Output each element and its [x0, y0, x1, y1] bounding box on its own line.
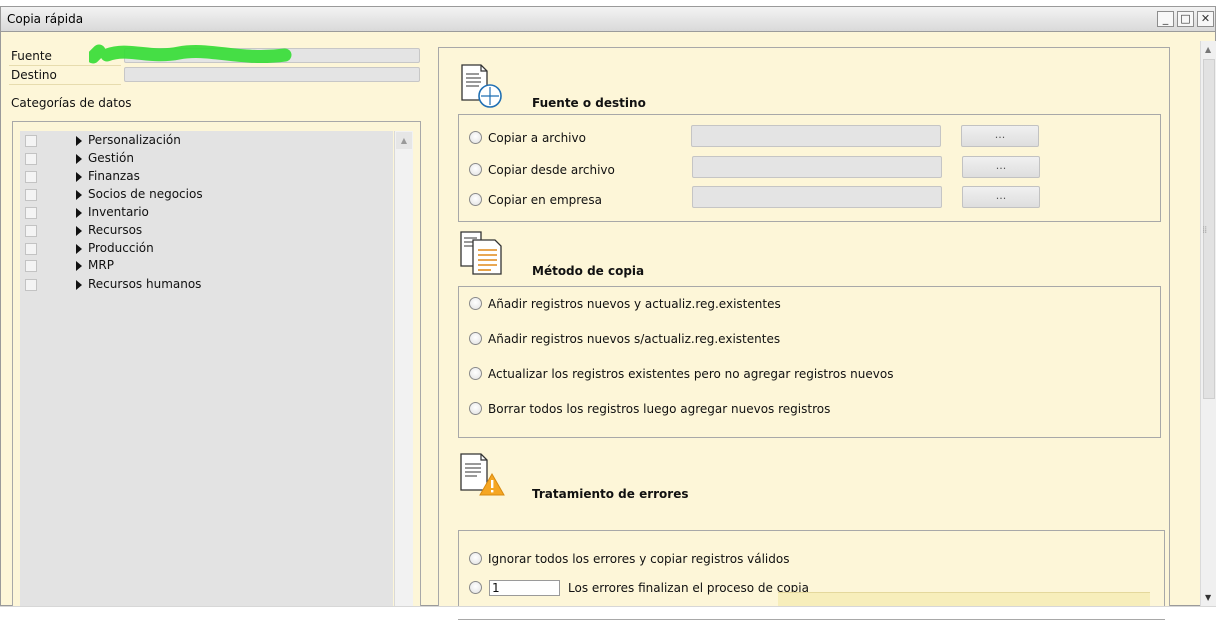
destino-label: Destino [11, 68, 57, 82]
tree-item-label: Recursos humanos [88, 277, 202, 291]
categorias-list: Personalización Gestión Finanzas Socios … [20, 131, 393, 607]
expand-arrow-icon[interactable] [76, 208, 82, 218]
metodo-copia-title: Método de copia [532, 264, 645, 278]
maximize-button[interactable]: □ [1177, 11, 1194, 27]
metodo-opcion-2-label: Añadir registros nuevos s/actualiz.reg.e… [488, 332, 781, 346]
destino-field[interactable] [124, 67, 420, 82]
fuente-destino-title: Fuente o destino [532, 96, 646, 110]
copiar-a-archivo-path[interactable] [691, 125, 941, 147]
copiar-en-empresa-label: Copiar en empresa [488, 193, 602, 207]
documents-copy-icon [460, 231, 502, 275]
copiar-desde-archivo-path[interactable] [692, 156, 942, 178]
document-target-icon [461, 64, 502, 108]
expand-arrow-icon[interactable] [76, 226, 82, 236]
tree-scrollbar[interactable]: ▲ [394, 131, 413, 607]
checkbox[interactable] [25, 260, 37, 272]
categorias-label: Categorías de datos [11, 96, 132, 110]
document-warning-icon [460, 453, 505, 496]
limite-errores-label: Los errores finalizan el proceso de copi… [568, 581, 809, 595]
tree-item-gestion[interactable]: Gestión [20, 150, 390, 168]
copiar-en-empresa-browse-button[interactable]: ... [962, 186, 1040, 208]
checkbox[interactable] [25, 279, 37, 291]
expand-arrow-icon[interactable] [76, 154, 82, 164]
tree-item-label: Inventario [88, 205, 149, 219]
close-button[interactable]: ✕ [1197, 11, 1214, 27]
tree-item-recursos[interactable]: Recursos [20, 222, 390, 240]
window-scrollbar[interactable]: ▲ ▼ [1200, 41, 1216, 607]
categorias-tree: Personalización Gestión Finanzas Socios … [12, 121, 421, 609]
tree-item-label: Finanzas [88, 169, 140, 183]
tree-item-label: Personalización [88, 133, 181, 147]
options-panel: Fuente o destino Copiar a archivo ... Co… [438, 47, 1170, 620]
metodo-opcion-4-label: Borrar todos los registros luego agregar… [488, 402, 831, 416]
tree-item-inventario[interactable]: Inventario [20, 204, 390, 222]
copiar-desde-archivo-radio[interactable] [469, 163, 482, 176]
checkbox[interactable] [25, 207, 37, 219]
ignorar-errores-label: Ignorar todos los errores y copiar regis… [488, 552, 790, 566]
tree-item-recursos-humanos[interactable]: Recursos humanos [20, 276, 390, 294]
tree-item-label: Socios de negocios [88, 187, 203, 201]
tratamiento-errores-title: Tratamiento de errores [532, 487, 689, 501]
tree-item-label: MRP [88, 258, 114, 272]
copiar-desde-archivo-label: Copiar desde archivo [488, 163, 615, 177]
minimize-button[interactable]: _ [1157, 11, 1174, 27]
copiar-a-archivo-label: Copiar a archivo [488, 131, 586, 145]
metodo-copia-group: Añadir registros nuevos y actualiz.reg.e… [458, 286, 1161, 438]
tree-item-socios[interactable]: Socios de negocios [20, 186, 390, 204]
tree-item-finanzas[interactable]: Finanzas [20, 168, 390, 186]
expand-arrow-icon[interactable] [76, 280, 82, 290]
tree-item-label: Gestión [88, 151, 134, 165]
limite-errores-radio[interactable] [469, 581, 482, 594]
copiar-en-empresa-radio[interactable] [469, 193, 482, 206]
splitter-grip-icon[interactable]: ⁞⁞ [1202, 225, 1207, 236]
copiar-a-archivo-radio[interactable] [469, 131, 482, 144]
expand-arrow-icon[interactable] [76, 190, 82, 200]
scroll-down-arrow-icon[interactable]: ▼ [1205, 593, 1211, 602]
metodo-opcion-2-radio[interactable] [469, 332, 482, 345]
tree-item-label: Producción [88, 241, 154, 255]
tree-item-produccion[interactable]: Producción [20, 240, 390, 258]
checkbox[interactable] [25, 189, 37, 201]
scroll-up-arrow-icon[interactable]: ▲ [396, 132, 412, 149]
metodo-opcion-3-radio[interactable] [469, 367, 482, 380]
fuente-destino-group: Copiar a archivo ... Copiar desde archiv… [458, 114, 1161, 222]
checkbox[interactable] [25, 225, 37, 237]
destino-label-underline [9, 84, 121, 85]
checkbox[interactable] [25, 171, 37, 183]
metodo-opcion-1-label: Añadir registros nuevos y actualiz.reg.e… [488, 297, 781, 311]
scroll-up-arrow-icon[interactable]: ▲ [1205, 45, 1211, 54]
expand-arrow-icon[interactable] [76, 261, 82, 271]
fuente-label: Fuente [11, 49, 52, 63]
tree-item-label: Recursos [88, 223, 143, 237]
limite-errores-input[interactable]: 1 [489, 580, 560, 596]
checkbox[interactable] [25, 153, 37, 165]
expand-arrow-icon[interactable] [76, 136, 82, 146]
metodo-opcion-1-radio[interactable] [469, 297, 482, 310]
bottom-edge [0, 606, 1216, 619]
copiar-desde-archivo-browse-button[interactable]: ... [962, 156, 1040, 178]
partial-field [778, 592, 1150, 607]
copiar-a-archivo-browse-button[interactable]: ... [961, 125, 1039, 147]
expand-arrow-icon[interactable] [76, 244, 82, 254]
tree-item-mrp[interactable]: MRP [20, 257, 390, 275]
ignorar-errores-radio[interactable] [469, 552, 482, 565]
metodo-opcion-3-label: Actualizar los registros existentes pero… [488, 367, 894, 381]
title-bar: Copia rápida _ □ ✕ [1, 7, 1215, 32]
checkbox[interactable] [25, 135, 37, 147]
copia-rapida-window: Copia rápida _ □ ✕ Fuente Destino Catego… [0, 6, 1216, 620]
checkbox[interactable] [25, 243, 37, 255]
window-title: Copia rápida [7, 12, 84, 26]
tree-item-personalizacion[interactable]: Personalización [20, 132, 390, 150]
expand-arrow-icon[interactable] [76, 172, 82, 182]
copiar-en-empresa-path[interactable] [692, 186, 942, 208]
metodo-opcion-4-radio[interactable] [469, 402, 482, 415]
